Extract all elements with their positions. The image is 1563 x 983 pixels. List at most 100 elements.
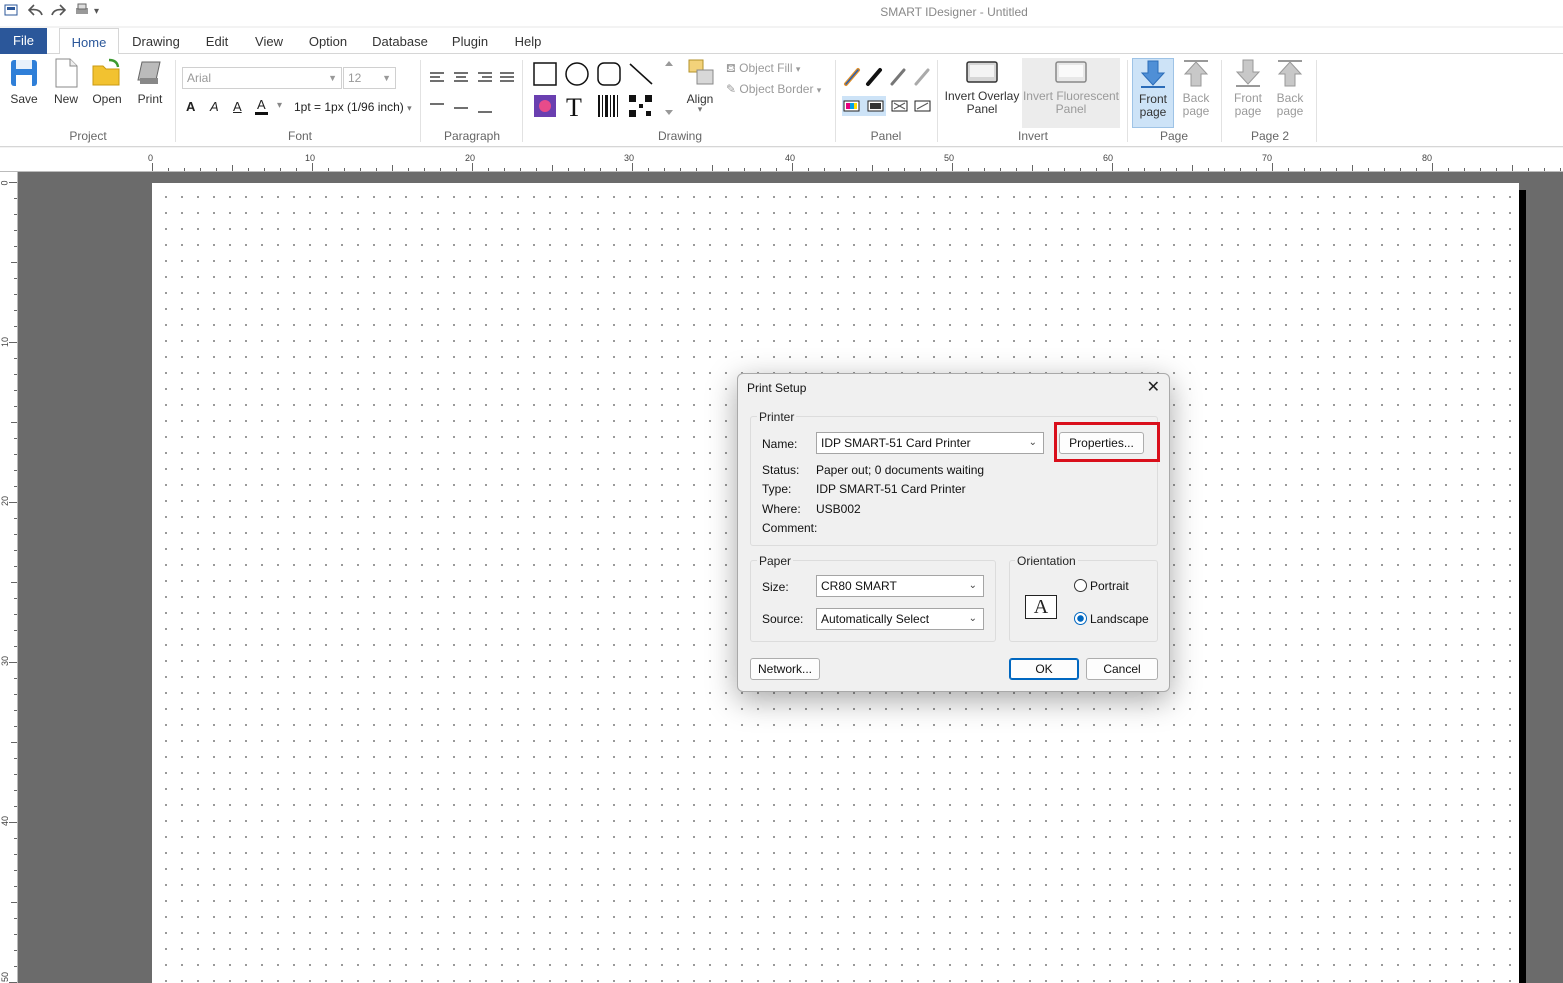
- font-size-select[interactable]: 12 ▼: [343, 67, 396, 89]
- ruler-number: 50: [0, 971, 11, 983]
- ruler-tick: [14, 326, 17, 327]
- ruler-tick: [824, 168, 825, 171]
- ruler-tick: [14, 214, 17, 215]
- where-label: Where:: [762, 502, 801, 516]
- font-color-icon[interactable]: A: [255, 97, 268, 115]
- invert-fluorescent-button[interactable]: Invert Fluorescent Panel: [1022, 58, 1120, 128]
- back-page-button[interactable]: Back page: [1176, 58, 1216, 118]
- ruler-tick: [14, 710, 17, 711]
- type-label: Type:: [762, 482, 792, 496]
- ruler-tick: [9, 502, 17, 503]
- ruler-tick: [14, 630, 17, 631]
- card-fluorescent-icon: [1055, 61, 1087, 83]
- ruler-tick: [1208, 168, 1209, 171]
- drawing-shapes-gallery[interactable]: T: [532, 61, 658, 121]
- object-border-label: Object Border: [739, 82, 814, 96]
- new-button[interactable]: New: [48, 58, 84, 106]
- tab-drawing[interactable]: Drawing: [126, 28, 186, 54]
- ruler-tick: [1464, 168, 1465, 171]
- paper-size-select[interactable]: CR80 SMART ⌄: [816, 575, 984, 597]
- ruler-tick: [984, 168, 985, 171]
- landscape-radio[interactable]: [1074, 612, 1087, 625]
- where-value: USB002: [816, 502, 861, 516]
- ruler-tick: [696, 168, 697, 171]
- paper-source-label: Source:: [762, 612, 804, 626]
- ruler-tick: [9, 822, 17, 823]
- tab-edit[interactable]: Edit: [196, 28, 238, 54]
- ruler-tick: [1032, 165, 1033, 171]
- chevron-down-icon: ⌄: [968, 613, 977, 624]
- ruler-tick: [1000, 168, 1001, 171]
- align-icon: [688, 59, 714, 85]
- italic-icon[interactable]: A: [210, 99, 219, 114]
- page2-front-page-button[interactable]: Front page: [1228, 58, 1268, 118]
- ruler-tick: [14, 294, 17, 295]
- ruler-tick: [14, 614, 17, 615]
- ruler-tick: [11, 422, 17, 423]
- ruler-tick: [1128, 168, 1129, 171]
- ruler-tick: [264, 168, 265, 171]
- underline-icon[interactable]: A: [233, 99, 242, 114]
- object-border-button[interactable]: ✎ Object Border ▾: [726, 82, 821, 96]
- save-button[interactable]: Save: [6, 58, 42, 106]
- tab-home[interactable]: Home: [59, 28, 119, 55]
- paper-legend: Paper: [757, 554, 794, 568]
- page2-back-page-button[interactable]: Back page: [1270, 58, 1310, 118]
- font-color-dropdown-icon[interactable]: ▾: [277, 100, 282, 111]
- ruler-tick: [440, 168, 441, 171]
- network-button[interactable]: Network...: [750, 658, 820, 680]
- font-family-select[interactable]: Arial ▼: [182, 67, 342, 89]
- ruler-tick: [14, 246, 17, 247]
- tab-database[interactable]: Database: [368, 28, 432, 54]
- bold-icon[interactable]: A: [186, 99, 195, 114]
- front-page-button[interactable]: Front page: [1132, 58, 1174, 128]
- printer-name-select[interactable]: IDP SMART-51 Card Printer ⌄: [816, 432, 1044, 454]
- tab-help[interactable]: Help: [508, 28, 548, 54]
- print-setup-dialog: Print Setup ✕ Printer Name: IDP SMART-51…: [737, 373, 1170, 692]
- ruler-tick: [1176, 168, 1177, 171]
- ruler-number: 20: [465, 153, 476, 163]
- ruler-number: 30: [0, 655, 11, 667]
- ruler-tick: [760, 168, 761, 171]
- ruler-tick: [504, 168, 505, 171]
- ruler-tick: [808, 168, 809, 171]
- panel-tools[interactable]: [842, 66, 932, 116]
- ruler-tick: [568, 168, 569, 171]
- close-icon[interactable]: ✕: [1147, 377, 1160, 397]
- ruler-tick: [840, 168, 841, 171]
- portrait-radio[interactable]: [1074, 579, 1087, 592]
- paragraph-align-icons[interactable]: [430, 71, 516, 115]
- separator: [1316, 60, 1317, 142]
- menu-bar: File Home Drawing Edit View Option Datab…: [0, 28, 1563, 55]
- ok-button[interactable]: OK: [1009, 658, 1079, 680]
- object-fill-button[interactable]: ⛾ Object Fill ▾: [726, 61, 800, 77]
- status-value: Paper out; 0 documents waiting: [816, 463, 985, 477]
- ruler-tick: [1496, 168, 1497, 171]
- gallery-scroll-icon[interactable]: [663, 60, 675, 120]
- cancel-button[interactable]: Cancel: [1086, 658, 1158, 680]
- group-label-paragraph: Paragraph: [443, 129, 501, 143]
- ruler-tick: [1480, 168, 1481, 171]
- pen-border-icon: ✎: [726, 82, 737, 96]
- ruler-tick: [200, 168, 201, 171]
- arrow-up-page-icon: [1183, 60, 1209, 87]
- ruler-tick: [11, 742, 17, 743]
- ruler-tick: [14, 470, 17, 471]
- paper-source-select[interactable]: Automatically Select ⌄: [816, 608, 984, 630]
- tab-plugin[interactable]: Plugin: [444, 28, 496, 54]
- tab-view[interactable]: View: [248, 28, 290, 54]
- align-button[interactable]: Align ▾: [681, 58, 719, 114]
- unit-select[interactable]: 1pt = 1px (1/96 inch) ▾: [294, 100, 412, 114]
- ruler-tick: [744, 168, 745, 171]
- menu-file[interactable]: File: [0, 28, 47, 54]
- invert-overlay-button[interactable]: Invert Overlay Panel: [942, 58, 1022, 116]
- ruler-tick: [904, 168, 905, 171]
- canvas-shadow: [1519, 190, 1526, 983]
- dialog-title: Print Setup: [747, 381, 807, 395]
- print-button[interactable]: Print: [131, 58, 169, 106]
- ruler-number: 40: [785, 153, 796, 163]
- open-button[interactable]: Open: [88, 58, 126, 106]
- tab-option[interactable]: Option: [302, 28, 354, 54]
- chevron-down-icon: ⌄: [1028, 437, 1037, 448]
- ruler-tick: [14, 278, 17, 279]
